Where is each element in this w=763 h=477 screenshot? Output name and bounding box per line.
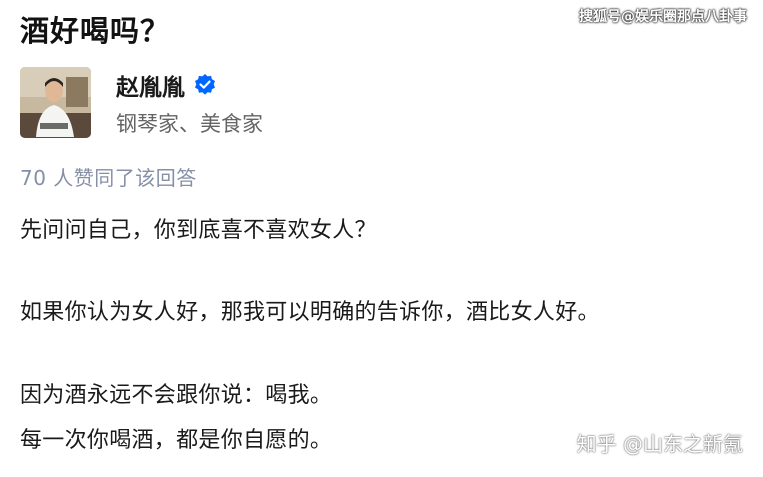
verified-badge-icon xyxy=(193,73,217,97)
vote-count: 70 人赞同了该回答 xyxy=(20,166,197,190)
sohu-watermark: 搜狐号@娱乐圈那点八卦事 xyxy=(579,9,747,25)
author-row: 赵胤胤 钢琴家、美食家 xyxy=(20,67,263,139)
answer-paragraph: 因为酒永远不会跟你说：喝我。 xyxy=(20,383,333,408)
author-name[interactable]: 赵胤胤 xyxy=(116,68,185,102)
author-meta: 赵胤胤 钢琴家、美食家 xyxy=(116,70,263,138)
zhihu-watermark: 知乎 @山东之新氪 xyxy=(576,432,743,456)
avatar[interactable] xyxy=(20,67,91,138)
answer-paragraph: 每一次你喝酒，都是你自愿的。 xyxy=(20,428,333,453)
author-name-line: 赵胤胤 xyxy=(116,68,263,102)
question-title[interactable]: 酒好喝吗？ xyxy=(20,8,170,50)
avatar-photo xyxy=(20,67,91,138)
answer-paragraph: 先问问自己，你到底喜不喜欢女人？ xyxy=(20,218,377,243)
author-headline: 钢琴家、美食家 xyxy=(116,112,263,136)
answer-paragraph: 如果你认为女人好，那我可以明确的告诉你，酒比女人好。 xyxy=(20,300,600,325)
